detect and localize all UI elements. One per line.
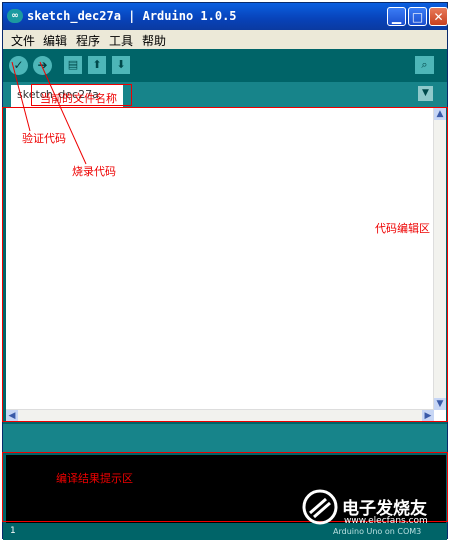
watermark-logo-icon xyxy=(302,489,338,525)
annotation-lines xyxy=(11,61,87,165)
watermark-url: www.elecfans.com xyxy=(344,516,428,526)
